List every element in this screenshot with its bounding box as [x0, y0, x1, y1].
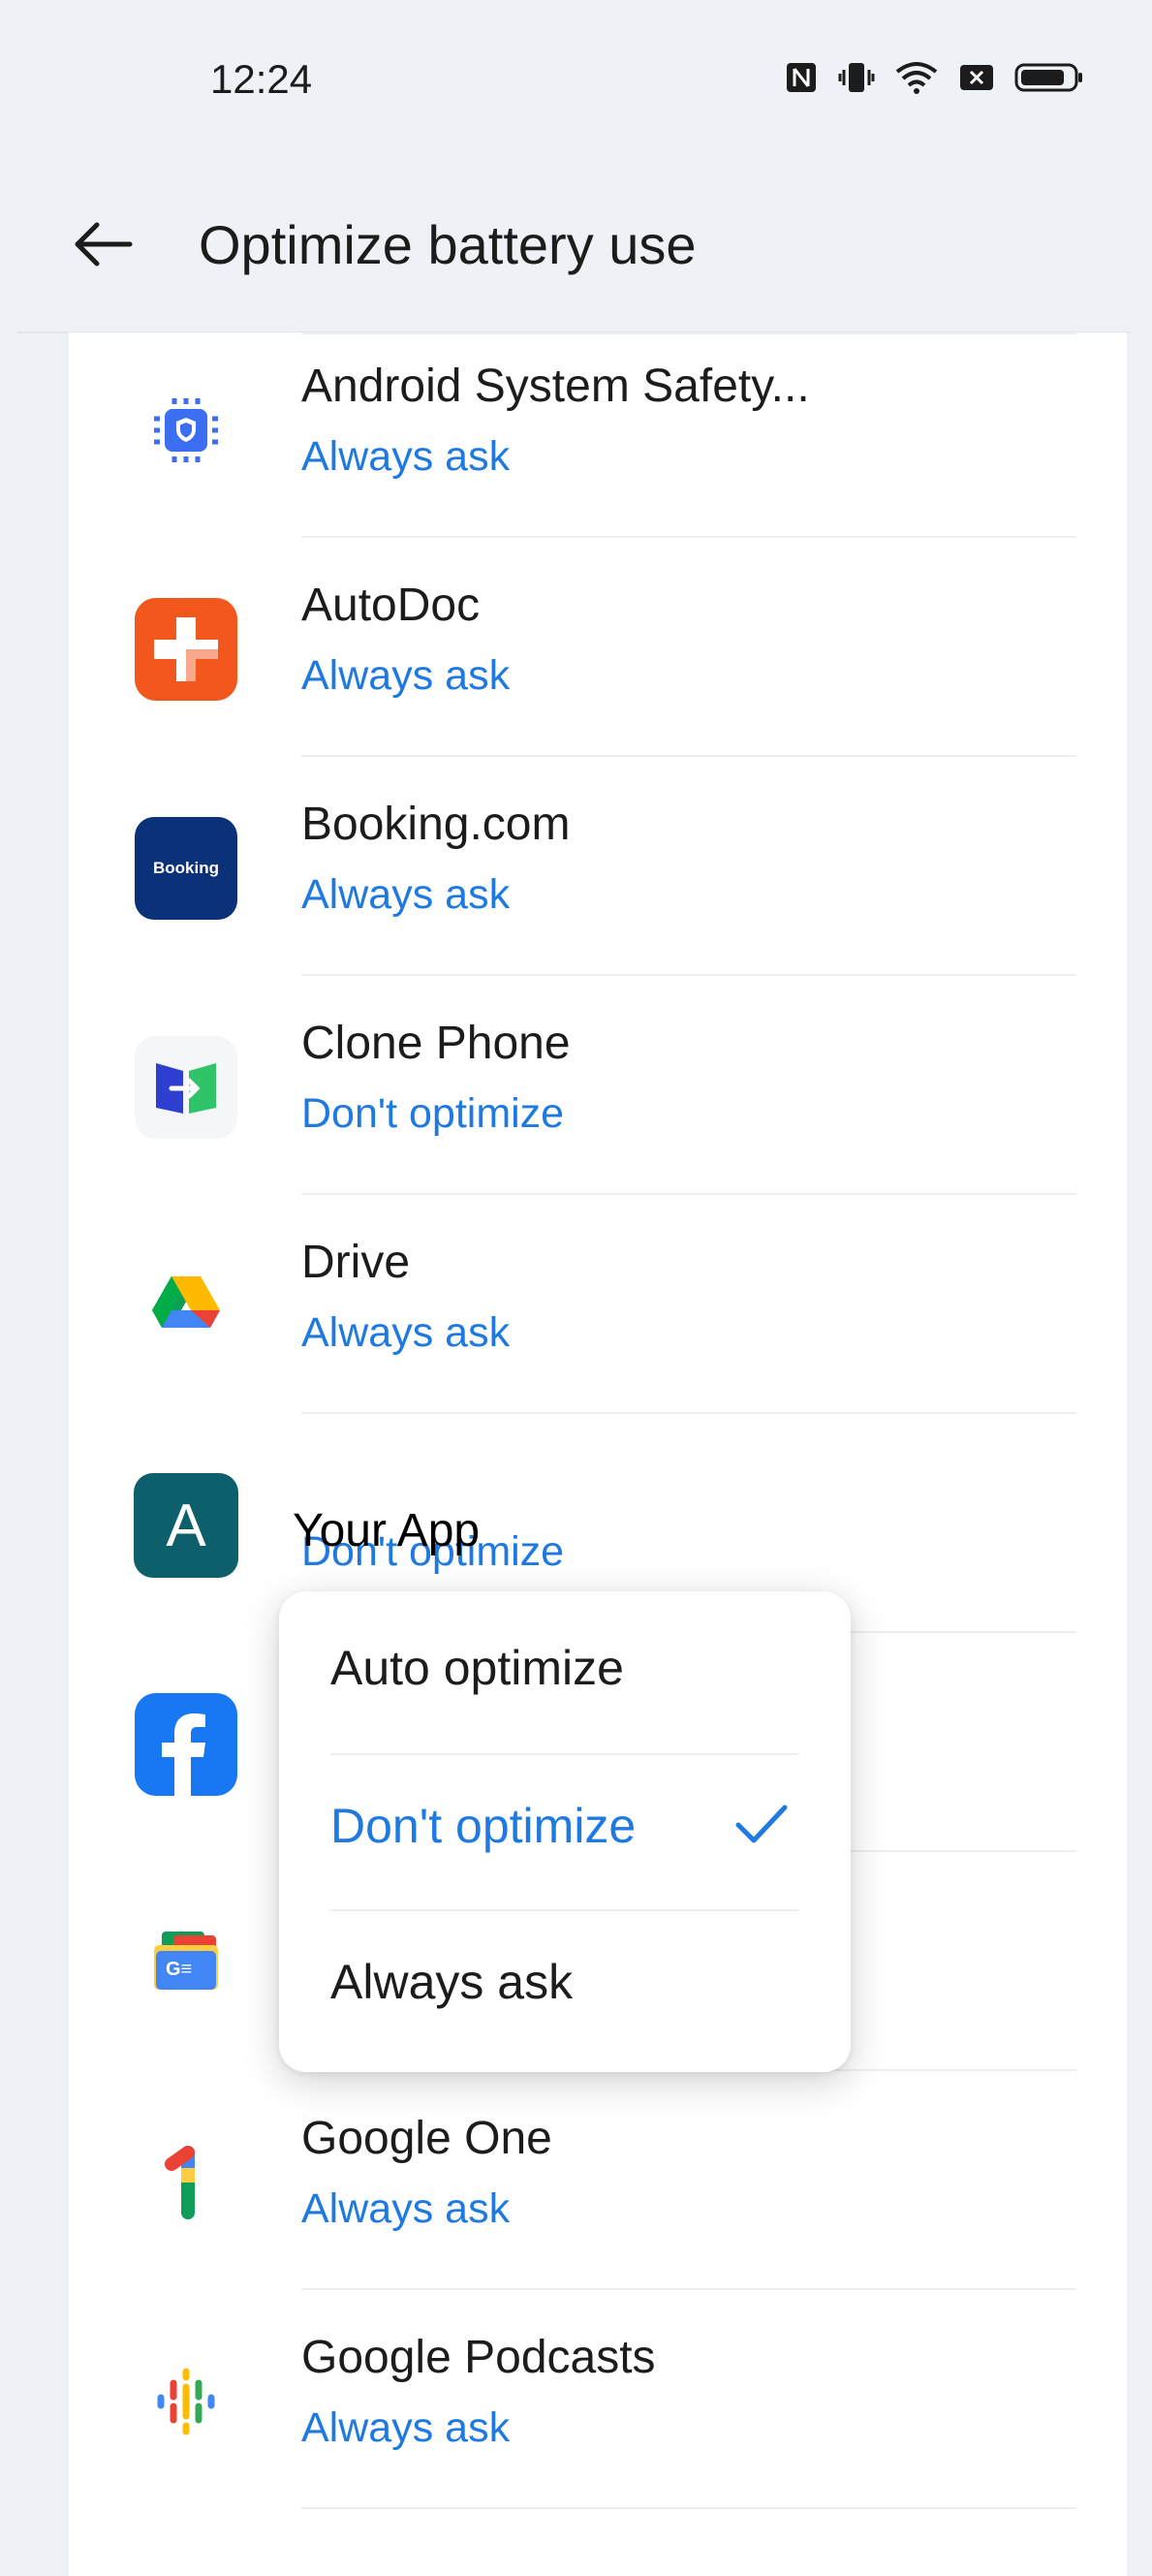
app-status: Always ask	[301, 433, 511, 480]
vibrate-icon	[838, 60, 875, 95]
app-name: Android System Safety...	[301, 361, 810, 412]
android-system-safety-icon	[133, 377, 239, 484]
battery-icon	[1014, 60, 1084, 95]
autodoc-icon	[133, 596, 239, 703]
list-item-android-system-safety[interactable]: Android System Safety... Always ask	[69, 319, 1127, 538]
app-name: Google One	[301, 2113, 552, 2164]
app-status: Always ask	[301, 1309, 511, 1356]
option-auto-optimize[interactable]: Auto optimize	[279, 1591, 851, 1746]
list-item-drive[interactable]: Drive Always ask	[69, 1195, 1127, 1414]
page-title: Optimize battery use	[199, 214, 697, 275]
app-status: Always ask	[301, 652, 511, 699]
your-app-icon: A	[133, 1472, 239, 1579]
app-name: AutoDoc	[301, 580, 481, 631]
list-item-google-podcasts[interactable]: Google Podcasts Always ask	[69, 2290, 1127, 2509]
list-item-autodoc[interactable]: AutoDoc Always ask	[69, 538, 1127, 757]
google-podcasts-icon	[133, 2348, 239, 2455]
google-one-icon	[133, 2129, 239, 2236]
app-list: Android System Safety... Always ask Auto…	[69, 332, 1127, 2576]
divider	[301, 332, 1076, 334]
clone-phone-icon	[133, 1034, 239, 1141]
drive-icon	[133, 1253, 239, 1360]
app-name: Drive	[301, 1237, 411, 1288]
list-item-booking[interactable]: Booking Booking.com Always ask	[69, 757, 1127, 976]
checkmark-icon	[732, 1800, 791, 1853]
booking-icon: Booking	[133, 815, 239, 922]
status-bar: 12:24	[0, 0, 1152, 165]
status-icons	[784, 60, 1084, 95]
divider	[301, 2507, 1076, 2509]
your-app-label: Your App	[293, 1505, 481, 1556]
app-status: Don't optimize	[301, 1090, 565, 1137]
status-time: 12:24	[210, 56, 313, 102]
app-name: Booking.com	[301, 799, 571, 850]
list-item-clone-phone[interactable]: Clone Phone Don't optimize	[69, 976, 1127, 1195]
app-status: Always ask	[301, 871, 511, 918]
no-sim-icon	[958, 60, 995, 95]
facebook-icon	[133, 1691, 239, 1798]
app-status: Always ask	[301, 2185, 511, 2232]
app-name: Clone Phone	[301, 1018, 571, 1069]
google-news-icon: G≡	[133, 1910, 239, 2017]
app-status: Always ask	[301, 2404, 511, 2451]
list-item-google-one[interactable]: Google One Always ask	[69, 2071, 1127, 2290]
battery-option-menu: Auto optimize Don't optimize Always ask	[279, 1591, 851, 2072]
option-always-ask[interactable]: Always ask	[279, 1905, 851, 2060]
back-arrow-icon[interactable]	[68, 215, 136, 273]
app-name: Google Podcasts	[301, 2332, 656, 2383]
option-dont-optimize[interactable]: Don't optimize	[279, 1749, 851, 1904]
nfc-icon	[784, 60, 819, 95]
wifi-icon	[894, 60, 939, 95]
